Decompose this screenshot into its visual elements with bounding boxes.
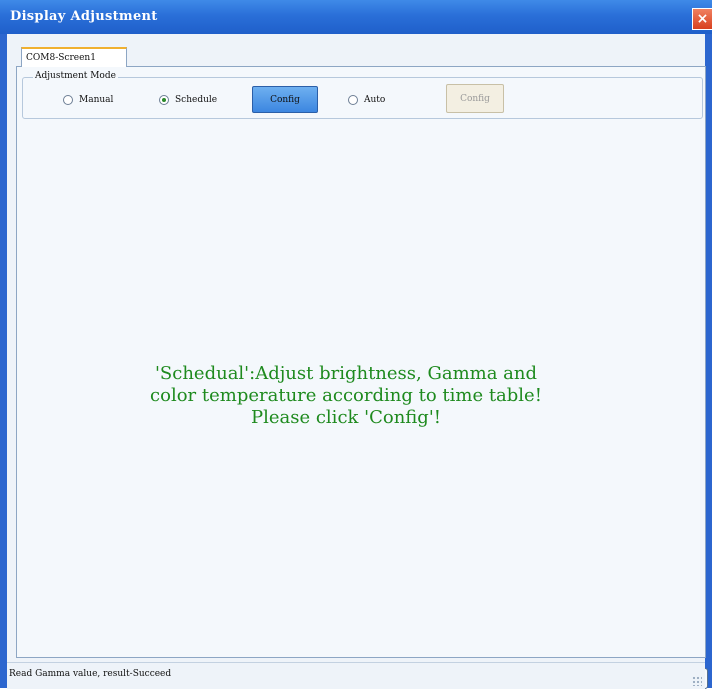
status-bar: Read Gamma value, result-Succeed bbox=[7, 662, 705, 689]
manual-radio-label: Manual bbox=[79, 95, 114, 105]
schedule-hint-message: 'Schedual':Adjust brightness, Gamma and … bbox=[150, 363, 542, 428]
schedule-config-label: Config bbox=[270, 94, 300, 105]
window-frame-left bbox=[0, 34, 7, 688]
display-adjustment-window: Display Adjustment × COM8-Screen1 Adjust… bbox=[0, 0, 712, 689]
window-frame-right bbox=[705, 34, 712, 688]
auto-radio-label: Auto bbox=[364, 95, 386, 105]
title-bar[interactable]: Display Adjustment × bbox=[0, 0, 712, 34]
close-icon: × bbox=[696, 11, 709, 27]
manual-radio-icon bbox=[63, 95, 73, 105]
schedule-radio-label: Schedule bbox=[175, 95, 218, 105]
schedule-radio[interactable]: Schedule bbox=[159, 93, 217, 107]
auto-config-label: Config bbox=[460, 93, 490, 104]
close-button[interactable]: × bbox=[692, 8, 712, 30]
tab-panel: Adjustment Mode Manual Schedule Config A… bbox=[16, 66, 708, 689]
auto-radio[interactable]: Auto bbox=[348, 93, 385, 107]
schedule-config-button[interactable]: Config bbox=[252, 86, 318, 113]
adjustment-mode-group: Adjustment Mode Manual Schedule Config A… bbox=[22, 71, 703, 119]
adjustment-mode-title: Adjustment Mode bbox=[33, 71, 118, 81]
tab-label: COM8-Screen1 bbox=[26, 53, 96, 63]
manual-radio[interactable]: Manual bbox=[63, 93, 113, 107]
resize-grip-icon[interactable] bbox=[692, 676, 702, 686]
auto-config-button: Config bbox=[446, 84, 504, 113]
auto-radio-icon bbox=[348, 95, 358, 105]
window-title: Display Adjustment bbox=[10, 9, 158, 24]
tab-com8-screen1[interactable]: COM8-Screen1 bbox=[21, 47, 127, 67]
client-area: COM8-Screen1 Adjustment Mode Manual Sche… bbox=[7, 34, 708, 689]
schedule-radio-icon bbox=[159, 95, 169, 105]
status-text: Read Gamma value, result-Succeed bbox=[9, 669, 172, 679]
